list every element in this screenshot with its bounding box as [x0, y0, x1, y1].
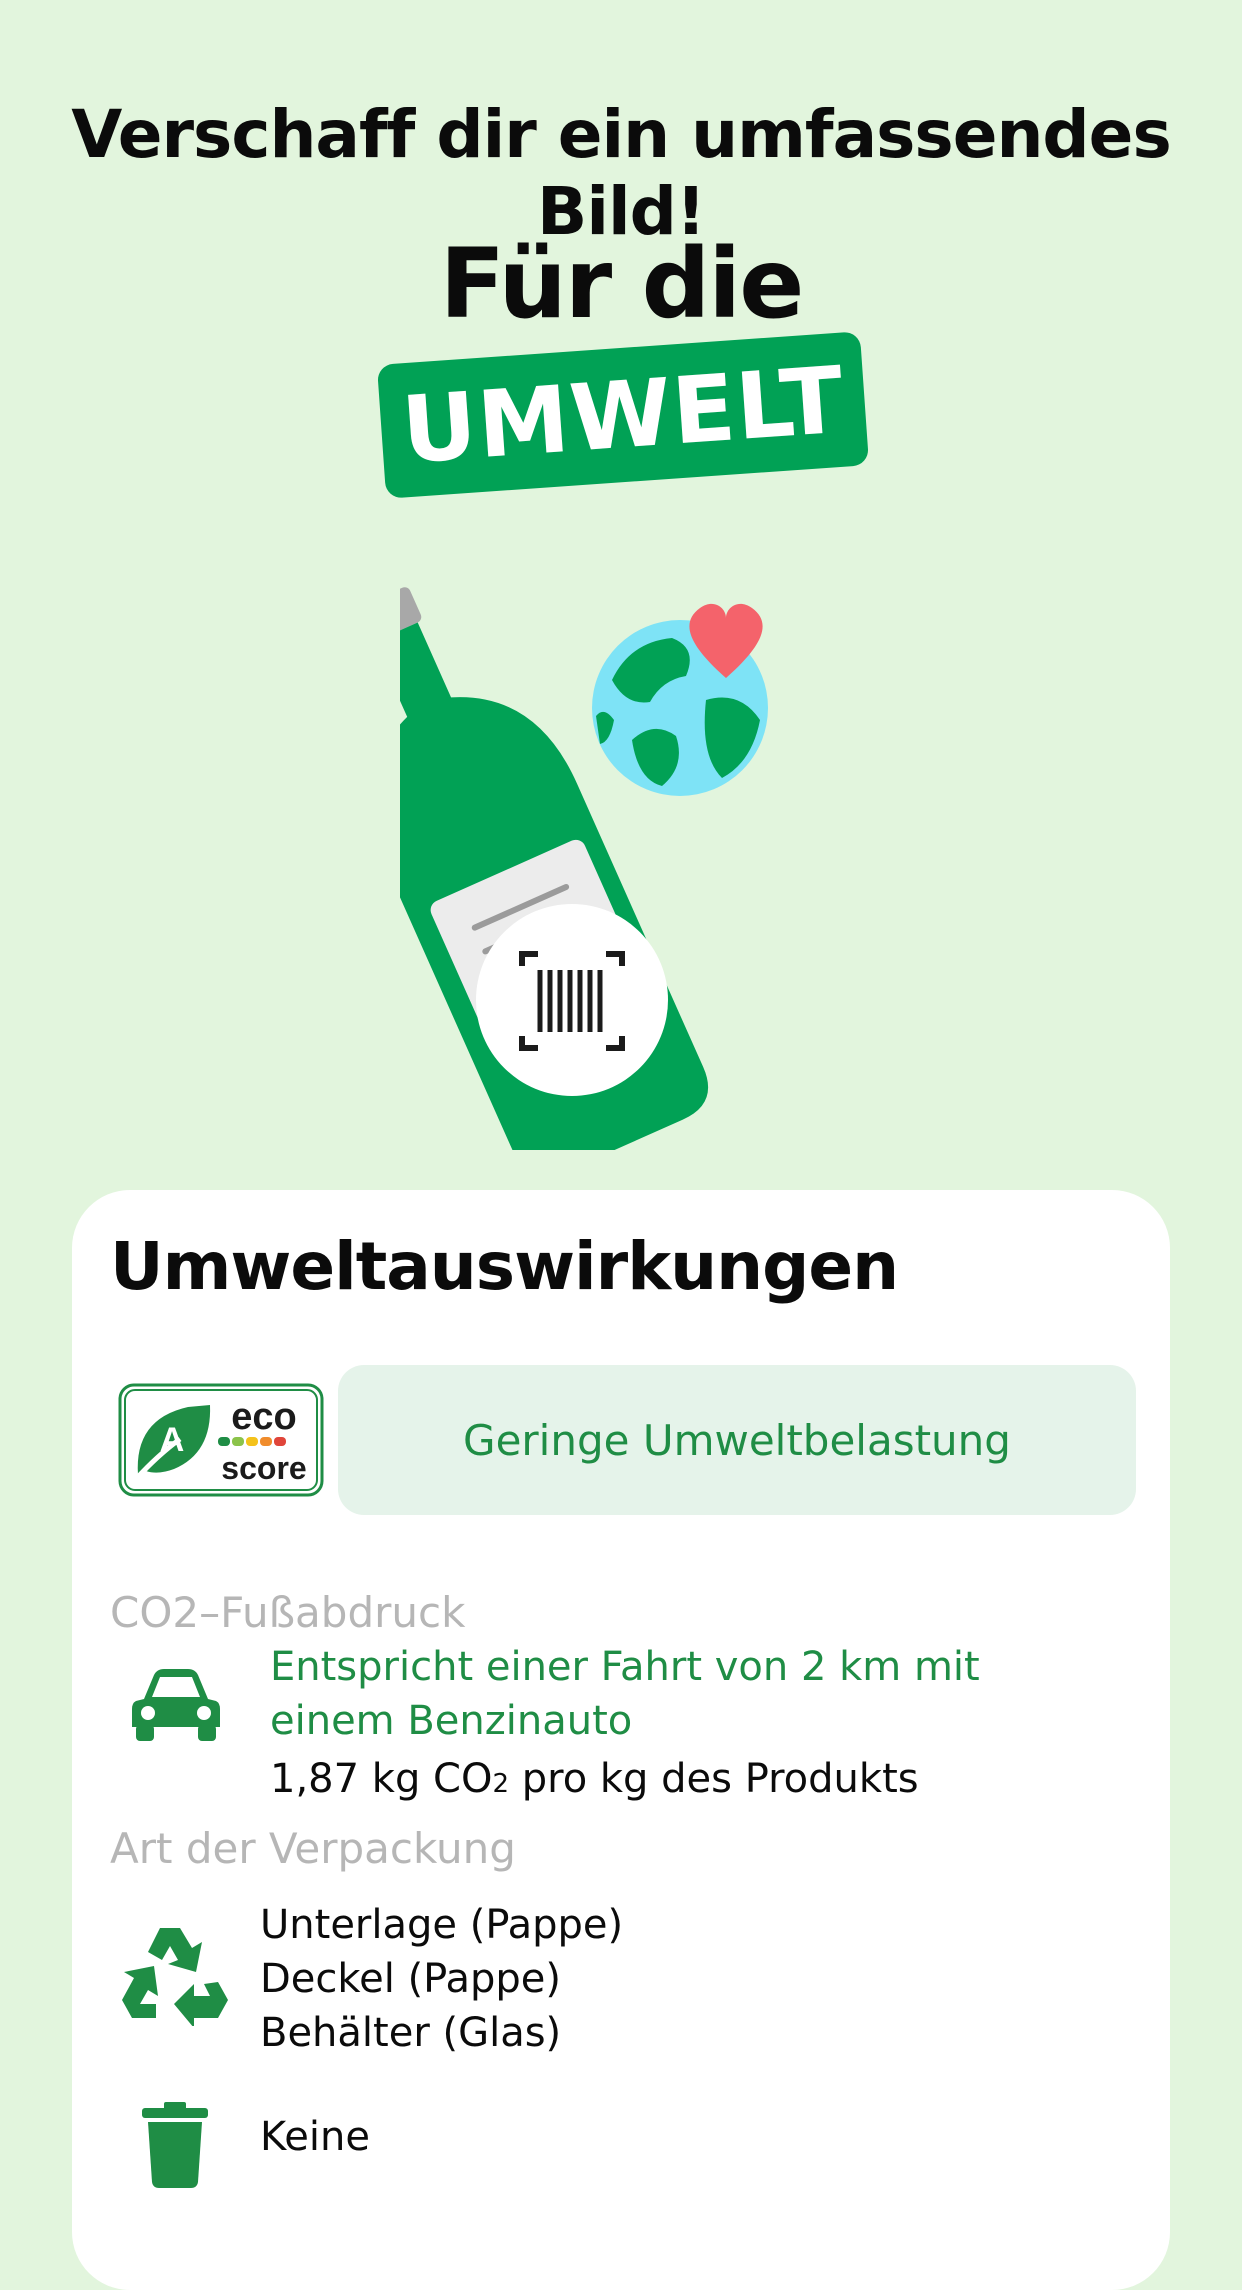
bottle-illustration: [400, 587, 768, 1150]
packaging-item: Deckel (Pappe): [260, 1956, 562, 2002]
headline: Verschaff dir ein umfassendes Bild!: [71, 96, 1171, 250]
ecoscore-rating-text: Geringe Umweltbelastung: [463, 1415, 1011, 1465]
co2-amount: 1,87 kg CO2 pro kg des Produkts: [270, 1752, 919, 1811]
ecoscore-logo-top: eco: [231, 1396, 296, 1438]
ecoscore-grade: A: [160, 1421, 185, 1459]
barcode-scan-icon: [476, 904, 668, 1096]
packaging-label: Art der Verpackung: [110, 1824, 516, 1873]
trash-icon: [142, 2102, 208, 2188]
card-title: Umweltauswirkungen: [110, 1228, 899, 1305]
non-recyclable-packaging: Keine: [260, 2114, 370, 2160]
co2-equivalent: Entspricht einer Fahrt von 2 km mit eine…: [270, 1644, 980, 1744]
packaging-item: Unterlage (Pappe): [260, 1902, 624, 1948]
ecoscore-logo-bottom: score: [221, 1450, 306, 1486]
co2-amount-suffix: pro kg des Produkts: [509, 1756, 919, 1802]
co2-label: CO2–Fußabdruck: [110, 1588, 466, 1637]
ecoscore-logo[interactable]: A eco score: [118, 1383, 324, 1497]
ecoscore-rating[interactable]: Geringe Umweltbelastung: [338, 1365, 1136, 1515]
packaging-item: Behälter (Glas): [260, 2010, 562, 2056]
car-icon: [132, 1669, 220, 1741]
packaging-list: Unterlage (Pappe) Deckel (Pappe) Behälte…: [260, 1898, 623, 2060]
subhead: Für die: [439, 228, 805, 340]
recycle-icon: [122, 1928, 228, 2026]
environmental-impact-card: Umweltauswirkungen A eco score Geringe U…: [72, 1190, 1170, 2290]
co2-amount-subscript: 2: [492, 1769, 510, 1799]
badge-label: UMWELT: [398, 346, 848, 484]
environment-badge: UMWELT: [376, 331, 870, 499]
co2-amount-prefix: 1,87 kg CO: [270, 1756, 493, 1802]
